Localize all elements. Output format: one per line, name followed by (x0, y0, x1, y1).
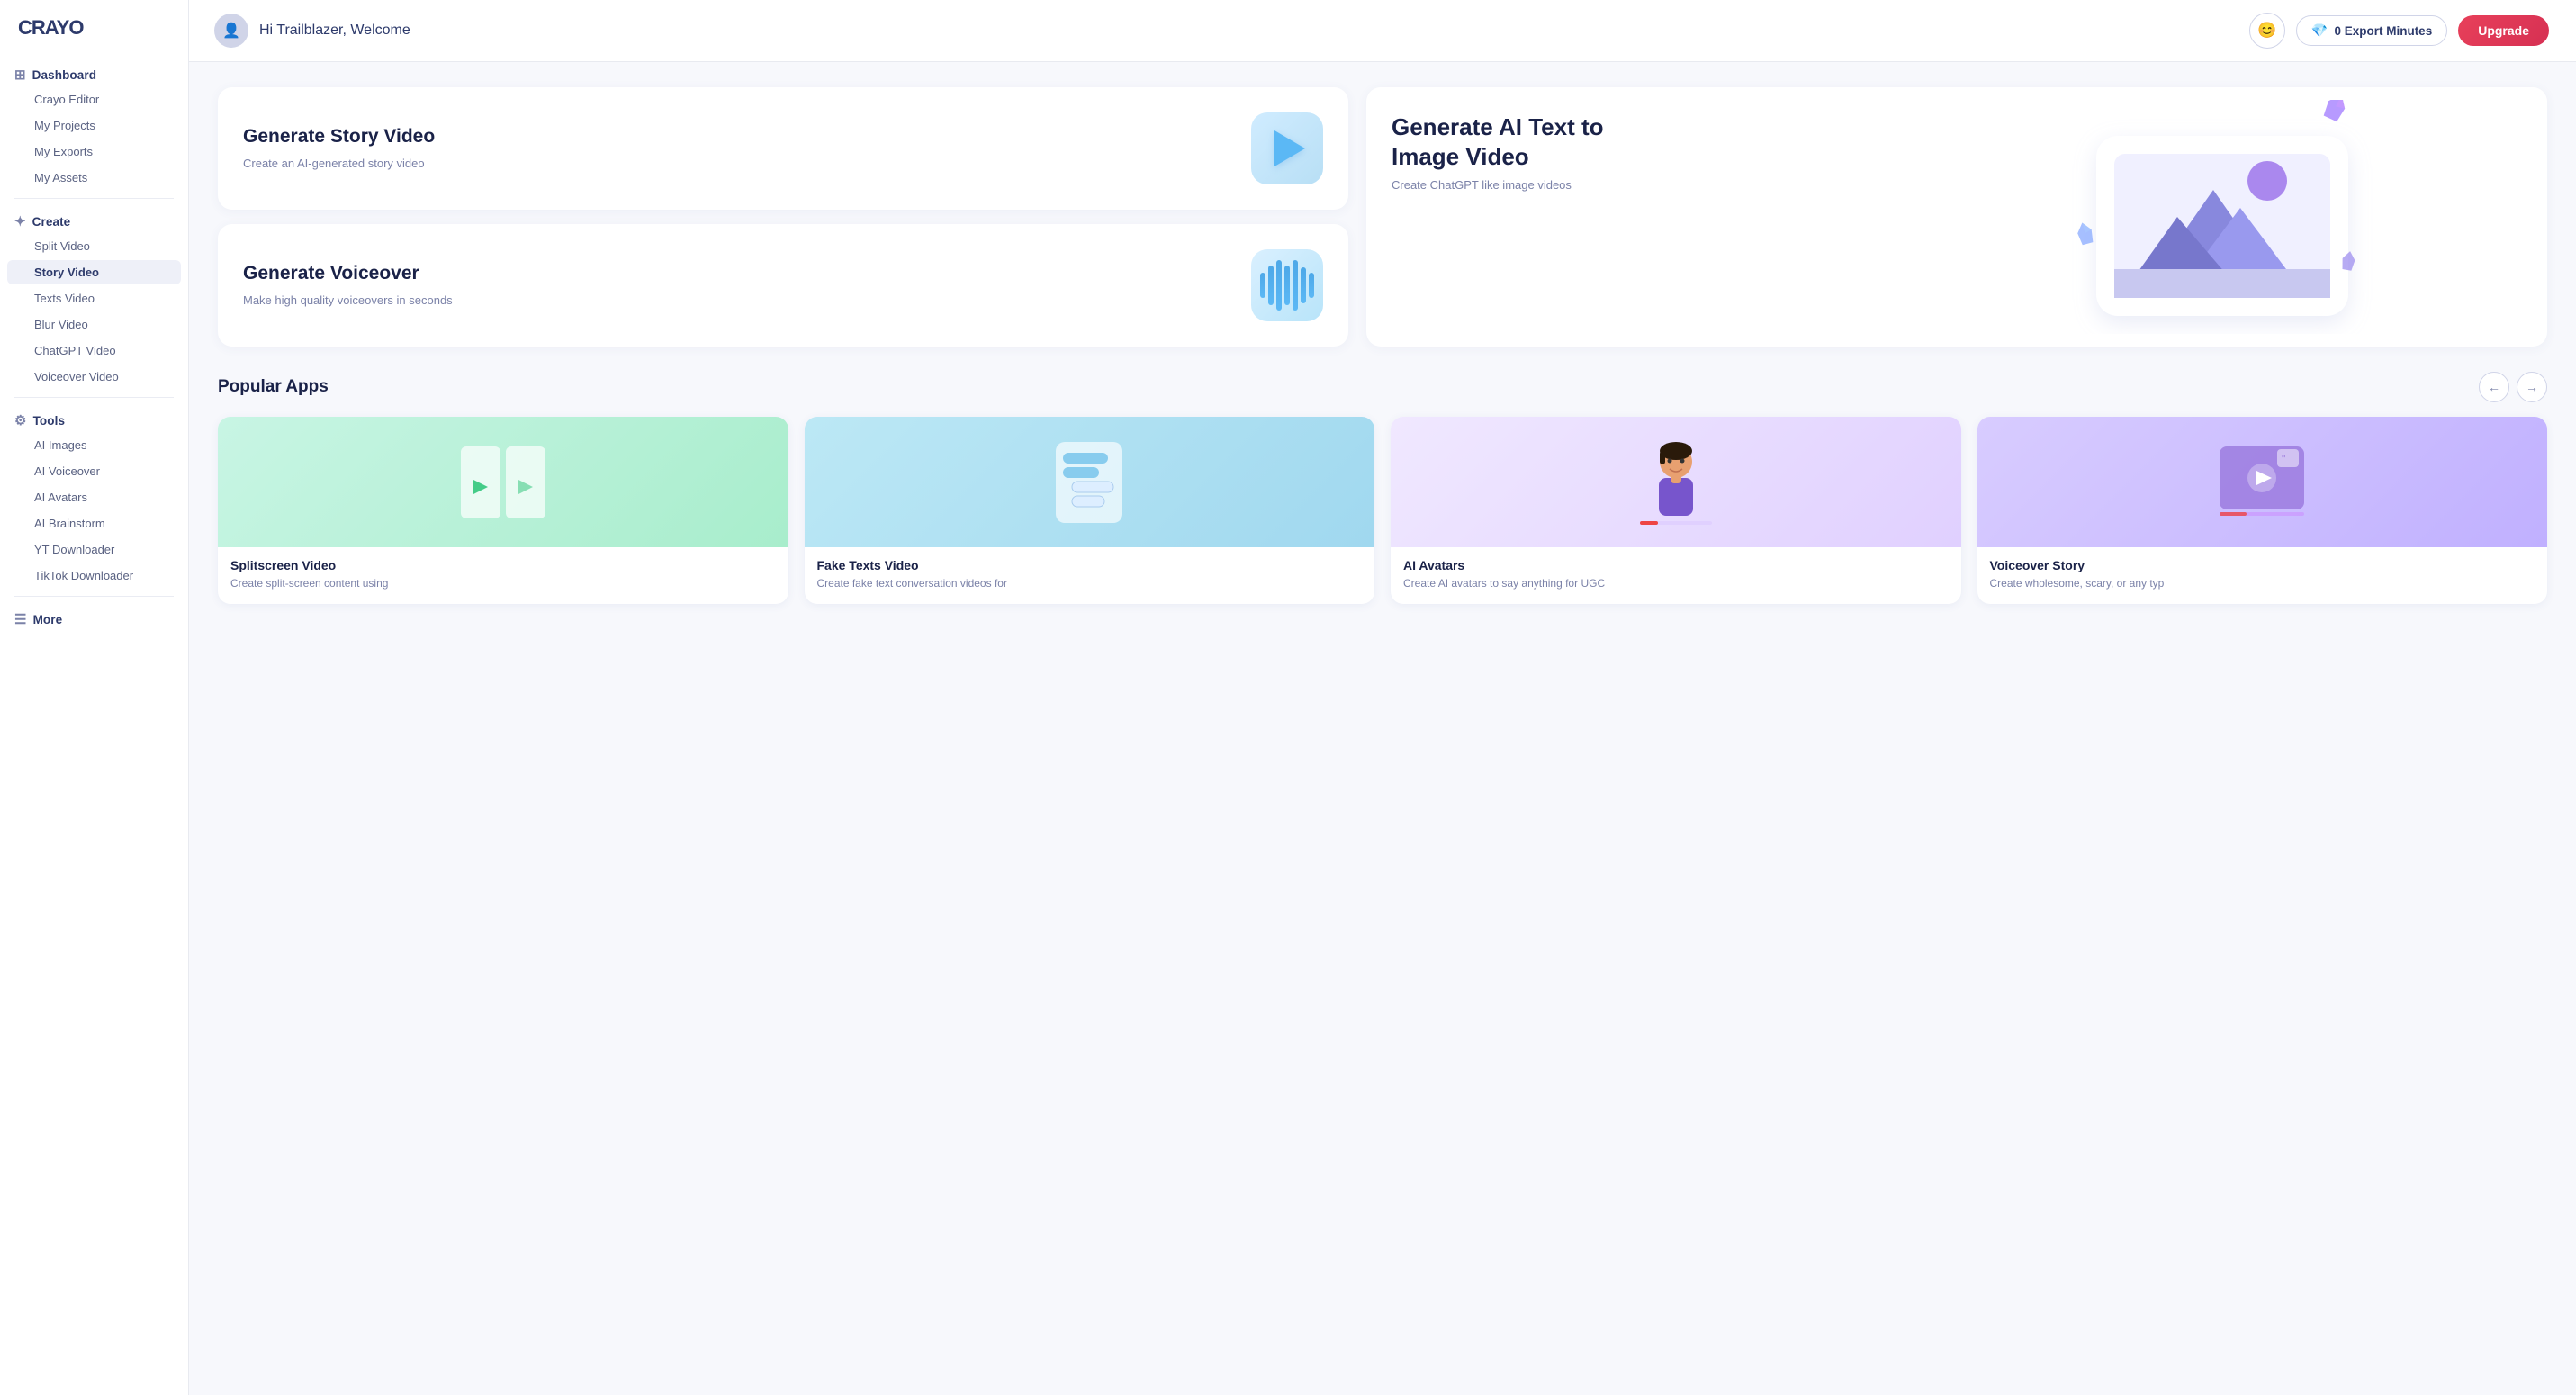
divider-3 (14, 596, 174, 597)
content-area: Generate Story Video Create an AI-genera… (189, 62, 2576, 1395)
popular-apps-title: Popular Apps (218, 377, 329, 397)
sidebar-item-my-assets[interactable]: My Assets (7, 166, 181, 190)
app-card-ai-avatars[interactable]: AI Avatars Create AI avatars to say anyt… (1391, 417, 1961, 604)
splitscreen-desc: Create split-screen content using (230, 576, 776, 591)
svg-text:": " (2282, 453, 2285, 465)
avatars-icon (1626, 433, 1725, 532)
hero-left: Generate Story Video Create an AI-genera… (218, 87, 1348, 346)
sidebar-item-crayo-editor[interactable]: Crayo Editor (7, 87, 181, 112)
nav-arrows: ← → (2479, 372, 2547, 402)
splitscreen-icon (454, 433, 553, 532)
voiceover-title: Generate Voiceover (243, 262, 453, 285)
faketexts-thumb (805, 417, 1375, 547)
sidebar-section-tools: ⚙ Tools (0, 405, 188, 432)
sidebar-item-yt-downloader[interactable]: YT Downloader (7, 537, 181, 562)
wave-bar-7 (1309, 273, 1314, 298)
logo: CRAYO (0, 16, 188, 59)
voiceover-story-icon: " (2212, 433, 2311, 532)
sidebar-item-voiceover-video[interactable]: Voiceover Video (7, 364, 181, 389)
story-video-title: Generate Story Video (243, 125, 435, 148)
header: 👤 Hi Trailblazer, Welcome 😊 💎 0 Export M… (189, 0, 2576, 62)
sidebar-item-ai-images[interactable]: AI Images (7, 433, 181, 457)
divider-2 (14, 397, 174, 398)
popular-apps-row: Splitscreen Video Create split-screen co… (218, 417, 2547, 604)
header-right: 😊 💎 0 Export Minutes Upgrade (2249, 13, 2549, 49)
tools-icon: ⚙ (14, 412, 27, 428)
story-video-text: Generate Story Video Create an AI-genera… (243, 125, 435, 173)
upgrade-button[interactable]: Upgrade (2458, 15, 2549, 46)
sidebar-section-dashboard: ⊞ Dashboard (0, 59, 188, 86)
sidebar-item-story-video[interactable]: Story Video (7, 260, 181, 284)
hero-row: Generate Story Video Create an AI-genera… (218, 87, 2547, 346)
voiceover-text: Generate Voiceover Make high quality voi… (243, 262, 453, 310)
dashboard-icon: ⊞ (14, 67, 26, 83)
voiceover-story-info: Voiceover Story Create wholesome, scary,… (1977, 547, 2548, 604)
ai-text-image-card[interactable]: Generate AI Text to Image Video Create C… (1366, 87, 2547, 346)
avatar: 👤 (214, 14, 248, 48)
splitscreen-thumb (218, 417, 788, 547)
voiceover-story-title: Voiceover Story (1990, 558, 2535, 572)
sidebar-section-create: ✦ Create (0, 206, 188, 233)
gem-icon: 💎 (2311, 22, 2328, 39)
play-triangle (1274, 130, 1305, 166)
ai-image-illustration (1897, 87, 2547, 346)
sidebar-item-ai-avatars[interactable]: AI Avatars (7, 485, 181, 509)
main-area: 👤 Hi Trailblazer, Welcome 😊 💎 0 Export M… (189, 0, 2576, 1395)
sidebar-item-chatgpt-video[interactable]: ChatGPT Video (7, 338, 181, 363)
sidebar-item-my-projects[interactable]: My Projects (7, 113, 181, 138)
voiceover-story-thumb: " (1977, 417, 2548, 547)
sidebar-item-ai-brainstorm[interactable]: AI Brainstorm (7, 511, 181, 536)
faketexts-info: Fake Texts Video Create fake text conver… (805, 547, 1375, 604)
voiceover-icon (1251, 249, 1323, 321)
next-arrow[interactable]: → (2517, 372, 2547, 402)
emoji-button[interactable]: 😊 (2249, 13, 2285, 49)
wave-bar-6 (1301, 267, 1306, 303)
splitscreen-title: Splitscreen Video (230, 558, 776, 572)
wave-bar-2 (1268, 266, 1274, 305)
app-card-voiceover-story[interactable]: " Voiceover Story Create wholesome, scar… (1977, 417, 2548, 604)
app-card-splitscreen[interactable]: Splitscreen Video Create split-screen co… (218, 417, 788, 604)
emoji-icon: 😊 (2257, 22, 2276, 40)
splitscreen-info: Splitscreen Video Create split-screen co… (218, 547, 788, 604)
sidebar: CRAYO ⊞ Dashboard Crayo Editor My Projec… (0, 0, 189, 1395)
voiceover-desc: Make high quality voiceovers in seconds (243, 292, 453, 310)
wave-bar-1 (1260, 273, 1265, 298)
mountain-illustration (2069, 100, 2375, 334)
prev-arrow[interactable]: ← (2479, 372, 2509, 402)
wave-bar-5 (1293, 260, 1298, 310)
voiceover-story-desc: Create wholesome, scary, or any typ (1990, 576, 2535, 591)
sidebar-item-blur-video[interactable]: Blur Video (7, 312, 181, 337)
avatars-desc: Create AI avatars to say anything for UG… (1403, 576, 1949, 591)
sidebar-item-my-exports[interactable]: My Exports (7, 140, 181, 164)
divider-1 (14, 198, 174, 199)
wave-bar-4 (1284, 266, 1290, 305)
app-card-faketexts[interactable]: Fake Texts Video Create fake text conver… (805, 417, 1375, 604)
popular-apps-header: Popular Apps ← → (218, 372, 2547, 402)
faketexts-title: Fake Texts Video (817, 558, 1363, 572)
export-minutes-label: 0 Export Minutes (2334, 24, 2432, 38)
avatars-title: AI Avatars (1403, 558, 1949, 572)
header-left: 👤 Hi Trailblazer, Welcome (214, 14, 410, 48)
sidebar-item-split-video[interactable]: Split Video (7, 234, 181, 258)
story-video-icon (1251, 112, 1323, 184)
ai-text-image-title: Generate AI Text to Image Video (1392, 112, 1644, 171)
more-icon: ☰ (14, 611, 27, 627)
create-icon: ✦ (14, 213, 26, 230)
generate-voiceover-card[interactable]: Generate Voiceover Make high quality voi… (218, 224, 1348, 346)
sidebar-section-more[interactable]: ☰ More (0, 604, 188, 631)
sidebar-item-ai-voiceover[interactable]: AI Voiceover (7, 459, 181, 483)
sidebar-item-texts-video[interactable]: Texts Video (7, 286, 181, 310)
generate-story-video-card[interactable]: Generate Story Video Create an AI-genera… (218, 87, 1348, 210)
wave-bar-3 (1276, 260, 1282, 310)
avatars-info: AI Avatars Create AI avatars to say anyt… (1391, 547, 1961, 604)
story-video-desc: Create an AI-generated story video (243, 155, 435, 173)
sidebar-item-tiktok-downloader[interactable]: TikTok Downloader (7, 563, 181, 588)
welcome-text: Hi Trailblazer, Welcome (259, 22, 410, 39)
faketexts-desc: Create fake text conversation videos for (817, 576, 1363, 591)
export-minutes-button[interactable]: 💎 0 Export Minutes (2296, 15, 2447, 46)
faketexts-icon (1040, 433, 1139, 532)
avatars-thumb (1391, 417, 1961, 547)
